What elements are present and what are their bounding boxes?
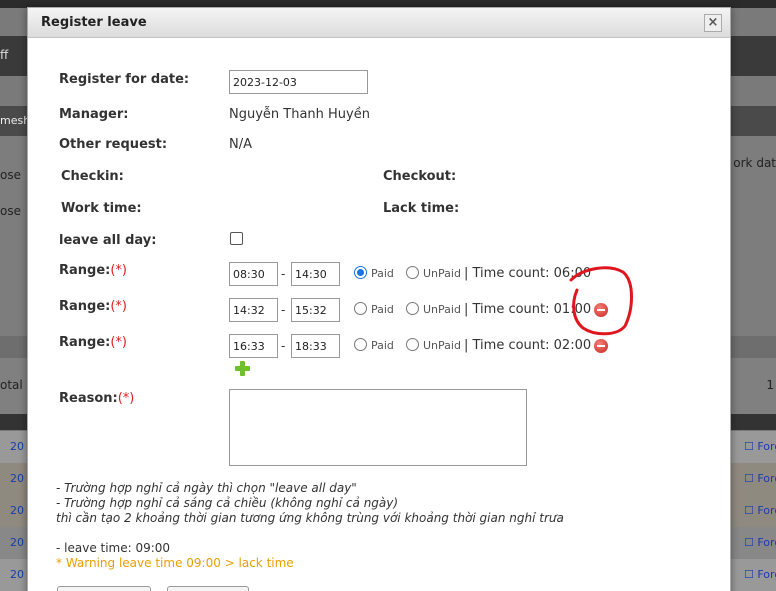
required-mark: (*) [117, 391, 135, 406]
background-panel-text: ose [0, 168, 21, 182]
submit-button[interactable] [57, 586, 151, 591]
remove-range-icon[interactable] [594, 303, 608, 317]
row-forget-link[interactable]: ☐ Forg [744, 536, 776, 549]
row-date-link[interactable]: 20 [10, 504, 24, 517]
required-mark: (*) [110, 263, 128, 278]
note-line: thì cần tạo 2 khoảng thời gian tương ứng… [56, 511, 564, 525]
leave-time-value: - leave time: 09:00 [56, 541, 171, 555]
manager-label: Manager: [59, 107, 129, 122]
row-date-link[interactable]: 20 [10, 472, 24, 485]
background-panel-text: ose [0, 204, 21, 218]
dialog-header: Register leave × [28, 8, 730, 38]
leave-all-day-label: leave all day: [59, 233, 157, 248]
row-forget-link[interactable]: ☐ Forg [744, 472, 776, 485]
unpaid-radio[interactable] [406, 266, 419, 279]
checkout-label: Checkout: [383, 169, 457, 184]
register-date-label: Register for date: [59, 72, 190, 87]
register-date-input[interactable] [229, 70, 368, 94]
paid-radio[interactable] [354, 338, 367, 351]
range-dash: - [281, 303, 286, 317]
range-to-input[interactable] [291, 298, 340, 322]
range-label: Range:(*) [59, 299, 128, 314]
unpaid-label: UnPaid [423, 267, 461, 280]
paid-label: Paid [371, 339, 394, 352]
unpaid-label: UnPaid [423, 339, 461, 352]
row-date-link[interactable]: 20 [10, 536, 24, 549]
dialog-title: Register leave [41, 15, 147, 30]
row-forget-link[interactable]: ☐ Forg [744, 440, 776, 453]
leave-all-day-checkbox[interactable] [230, 232, 243, 245]
time-count: | Time count: 06:00 [464, 266, 592, 281]
background-total-label: otal [0, 378, 23, 392]
unpaid-radio[interactable] [406, 302, 419, 315]
checkin-label: Checkin: [61, 169, 124, 184]
row-forget-link[interactable]: ☐ Forg [744, 504, 776, 517]
range-dash: - [281, 339, 286, 353]
work-time-label: Work time: [61, 201, 142, 216]
cancel-button[interactable] [167, 586, 249, 591]
range-from-input[interactable] [229, 298, 278, 322]
range-to-input[interactable] [291, 334, 340, 358]
other-request-label: Other request: [59, 137, 168, 152]
note-line: - Trường hợp nghỉ cả ngày thì chọn "leav… [56, 481, 357, 495]
paid-radio[interactable] [354, 302, 367, 315]
note-line: - Trường hợp nghỉ cả sáng cả chiều (khôn… [56, 496, 399, 510]
background-band-text: mesh [0, 114, 31, 127]
add-range-icon[interactable] [235, 361, 250, 376]
row-date-link[interactable]: 20 [10, 568, 24, 581]
paid-label: Paid [371, 303, 394, 316]
range-to-input[interactable] [291, 262, 340, 286]
required-mark: (*) [110, 335, 128, 350]
row-date-link[interactable]: 20 [10, 440, 24, 453]
range-label: Range:(*) [59, 335, 128, 350]
time-count: | Time count: 02:00 [464, 338, 592, 353]
lack-time-label: Lack time: [383, 201, 460, 216]
required-mark: (*) [110, 299, 128, 314]
range-dash: - [281, 267, 286, 281]
close-icon[interactable]: × [704, 14, 722, 32]
background-nav-text: ff [0, 48, 9, 62]
unpaid-label: UnPaid [423, 303, 461, 316]
leave-time-warning: * Warning leave time 09:00 > lack time [56, 556, 294, 570]
unpaid-radio[interactable] [406, 338, 419, 351]
paid-radio[interactable] [354, 266, 367, 279]
remove-range-icon[interactable] [594, 339, 608, 353]
background-total-value: 1 [766, 378, 774, 392]
paid-label: Paid [371, 267, 394, 280]
range-from-input[interactable] [229, 262, 278, 286]
reason-textarea[interactable] [229, 389, 527, 466]
manager-value: Nguyễn Thanh Huyền [229, 107, 370, 122]
other-request-value: N/A [229, 137, 252, 152]
register-leave-dialog: Register leave × Register for date: Mana… [27, 7, 731, 591]
range-label: Range:(*) [59, 263, 128, 278]
time-count: | Time count: 01:00 [464, 302, 592, 317]
row-forget-link[interactable]: ☐ Forg [744, 568, 776, 581]
reason-label: Reason:(*) [59, 391, 135, 406]
background-panel-text: ork dat [733, 156, 776, 170]
range-from-input[interactable] [229, 334, 278, 358]
